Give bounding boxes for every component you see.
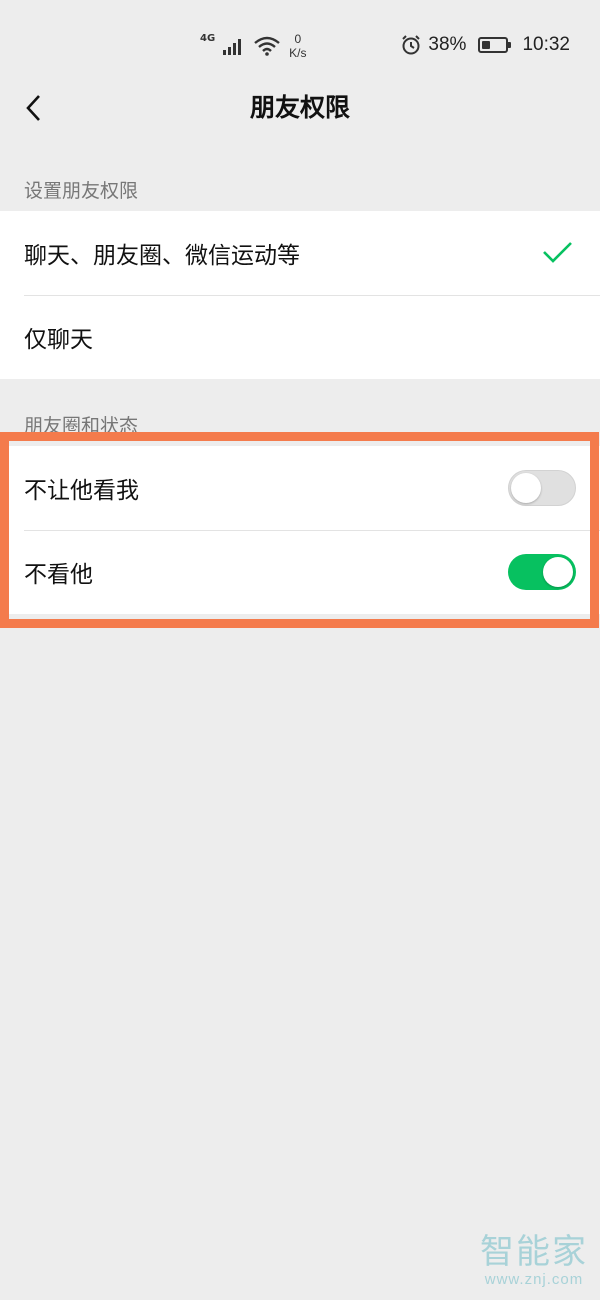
header: 朋友权限 [0,88,600,142]
toggle-row-hide-their-posts[interactable]: 不看他 [0,530,600,614]
toggle-knob [543,557,573,587]
watermark-url: www.znj.com [484,1271,584,1288]
page-title: 朋友权限 [249,93,350,122]
network-type: 4G [200,32,216,44]
status-left: 4G 0 K/s [200,28,307,64]
battery-percent: 38% [428,34,467,55]
toggle-label: 不让他看我 [24,478,139,504]
wifi-icon [254,36,280,56]
permissions-group: 聊天、朋友圈、微信运动等 仅聊天 [0,211,600,379]
net-speed: 0 K/s [289,32,306,60]
permission-option-label: 仅聊天 [24,327,93,353]
net-speed-unit: K/s [289,46,307,60]
status-right: 38% 10:32 [400,30,570,60]
toggle-row-hide-my-posts[interactable]: 不让他看我 [0,446,600,530]
watermark-logo: 智能家 [480,1232,588,1272]
hide-their-posts-toggle[interactable] [508,554,576,590]
signal-icon [223,39,242,55]
clock: 10:32 [522,34,570,55]
alarm-icon [402,35,421,55]
watermark: 智能家 www.znj.com [480,1224,588,1288]
status-bar: 4G 0 K/s 38% 10:32 [0,0,600,88]
toggle-label: 不看他 [24,562,93,588]
permission-option-label: 聊天、朋友圈、微信运动等 [24,243,300,269]
toggle-knob [511,473,541,503]
battery-icon [478,37,512,53]
checkmark-icon [543,242,572,263]
hide-my-posts-toggle[interactable] [508,470,576,506]
net-speed-value: 0 [294,32,302,46]
section-label-moments: 朋友圈和状态 [24,415,139,437]
permission-option-chat-only[interactable]: 仅聊天 [0,295,600,379]
permission-option-all[interactable]: 聊天、朋友圈、微信运动等 [0,211,600,295]
battery-fill [482,41,491,49]
moments-group: 不让他看我 不看他 [0,446,600,614]
section-label-permissions: 设置朋友权限 [24,180,139,202]
